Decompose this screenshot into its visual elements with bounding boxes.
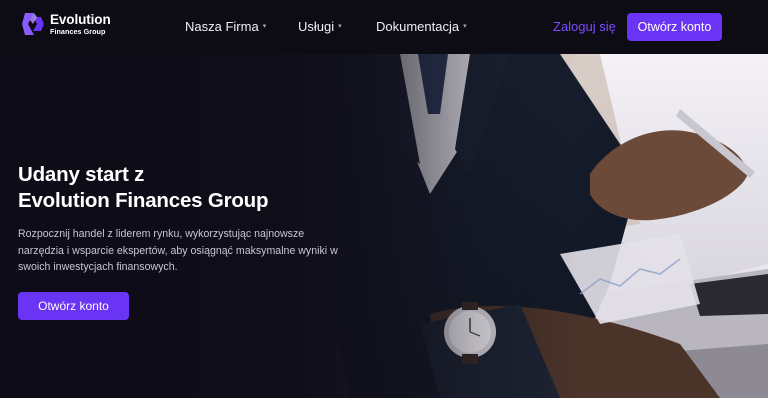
hero-description: Rozpocznij handel z liderem rynku, wykor…: [18, 226, 373, 276]
nav-item-label: Dokumentacja: [376, 19, 460, 34]
hero-content: Udany start z Evolution Finances Group R…: [18, 162, 388, 276]
hero-open-account-button[interactable]: Otwórz konto: [18, 292, 129, 320]
nav-item-uslugi[interactable]: Usługi ▾: [298, 19, 342, 34]
chevron-down-icon: ▾: [463, 22, 467, 30]
login-link[interactable]: Zaloguj się: [553, 19, 616, 34]
hero-description-line: swoich inwestycjach finansowych.: [18, 261, 178, 273]
chevron-down-icon: ▾: [338, 22, 342, 30]
evolution-logo-icon: [22, 13, 44, 35]
nav-item-nasza-firma[interactable]: Nasza Firma ▾: [185, 19, 266, 34]
hero-description-line: Rozpocznij handel z liderem rynku, wykor…: [18, 228, 305, 240]
brand-name: Evolution: [50, 11, 111, 27]
hero-section: Udany start z Evolution Finances Group R…: [0, 54, 768, 398]
hero-title-line: Evolution Finances Group: [18, 189, 269, 212]
nav-item-dokumentacja[interactable]: Dokumentacja ▾: [376, 19, 467, 34]
brand-logo[interactable]: Evolution Finances Group: [22, 11, 111, 37]
open-account-button[interactable]: Otwórz konto: [627, 13, 722, 41]
nav-item-label: Nasza Firma: [185, 19, 259, 34]
nav-item-label: Usługi: [298, 19, 335, 34]
chevron-down-icon: ▾: [262, 22, 267, 30]
hero-title: Udany start z Evolution Finances Group: [18, 162, 388, 214]
brand-subtitle: Finances Group: [50, 27, 106, 37]
hero-description-line: narzędzia i wsparcie ekspertów, aby osią…: [18, 244, 338, 257]
hero-title-line: Udany start z: [18, 163, 145, 186]
brand-text: Evolution Finances Group: [50, 13, 111, 36]
top-navbar: Evolution Finances Group Nasza Firma ▾ U…: [0, 0, 768, 54]
